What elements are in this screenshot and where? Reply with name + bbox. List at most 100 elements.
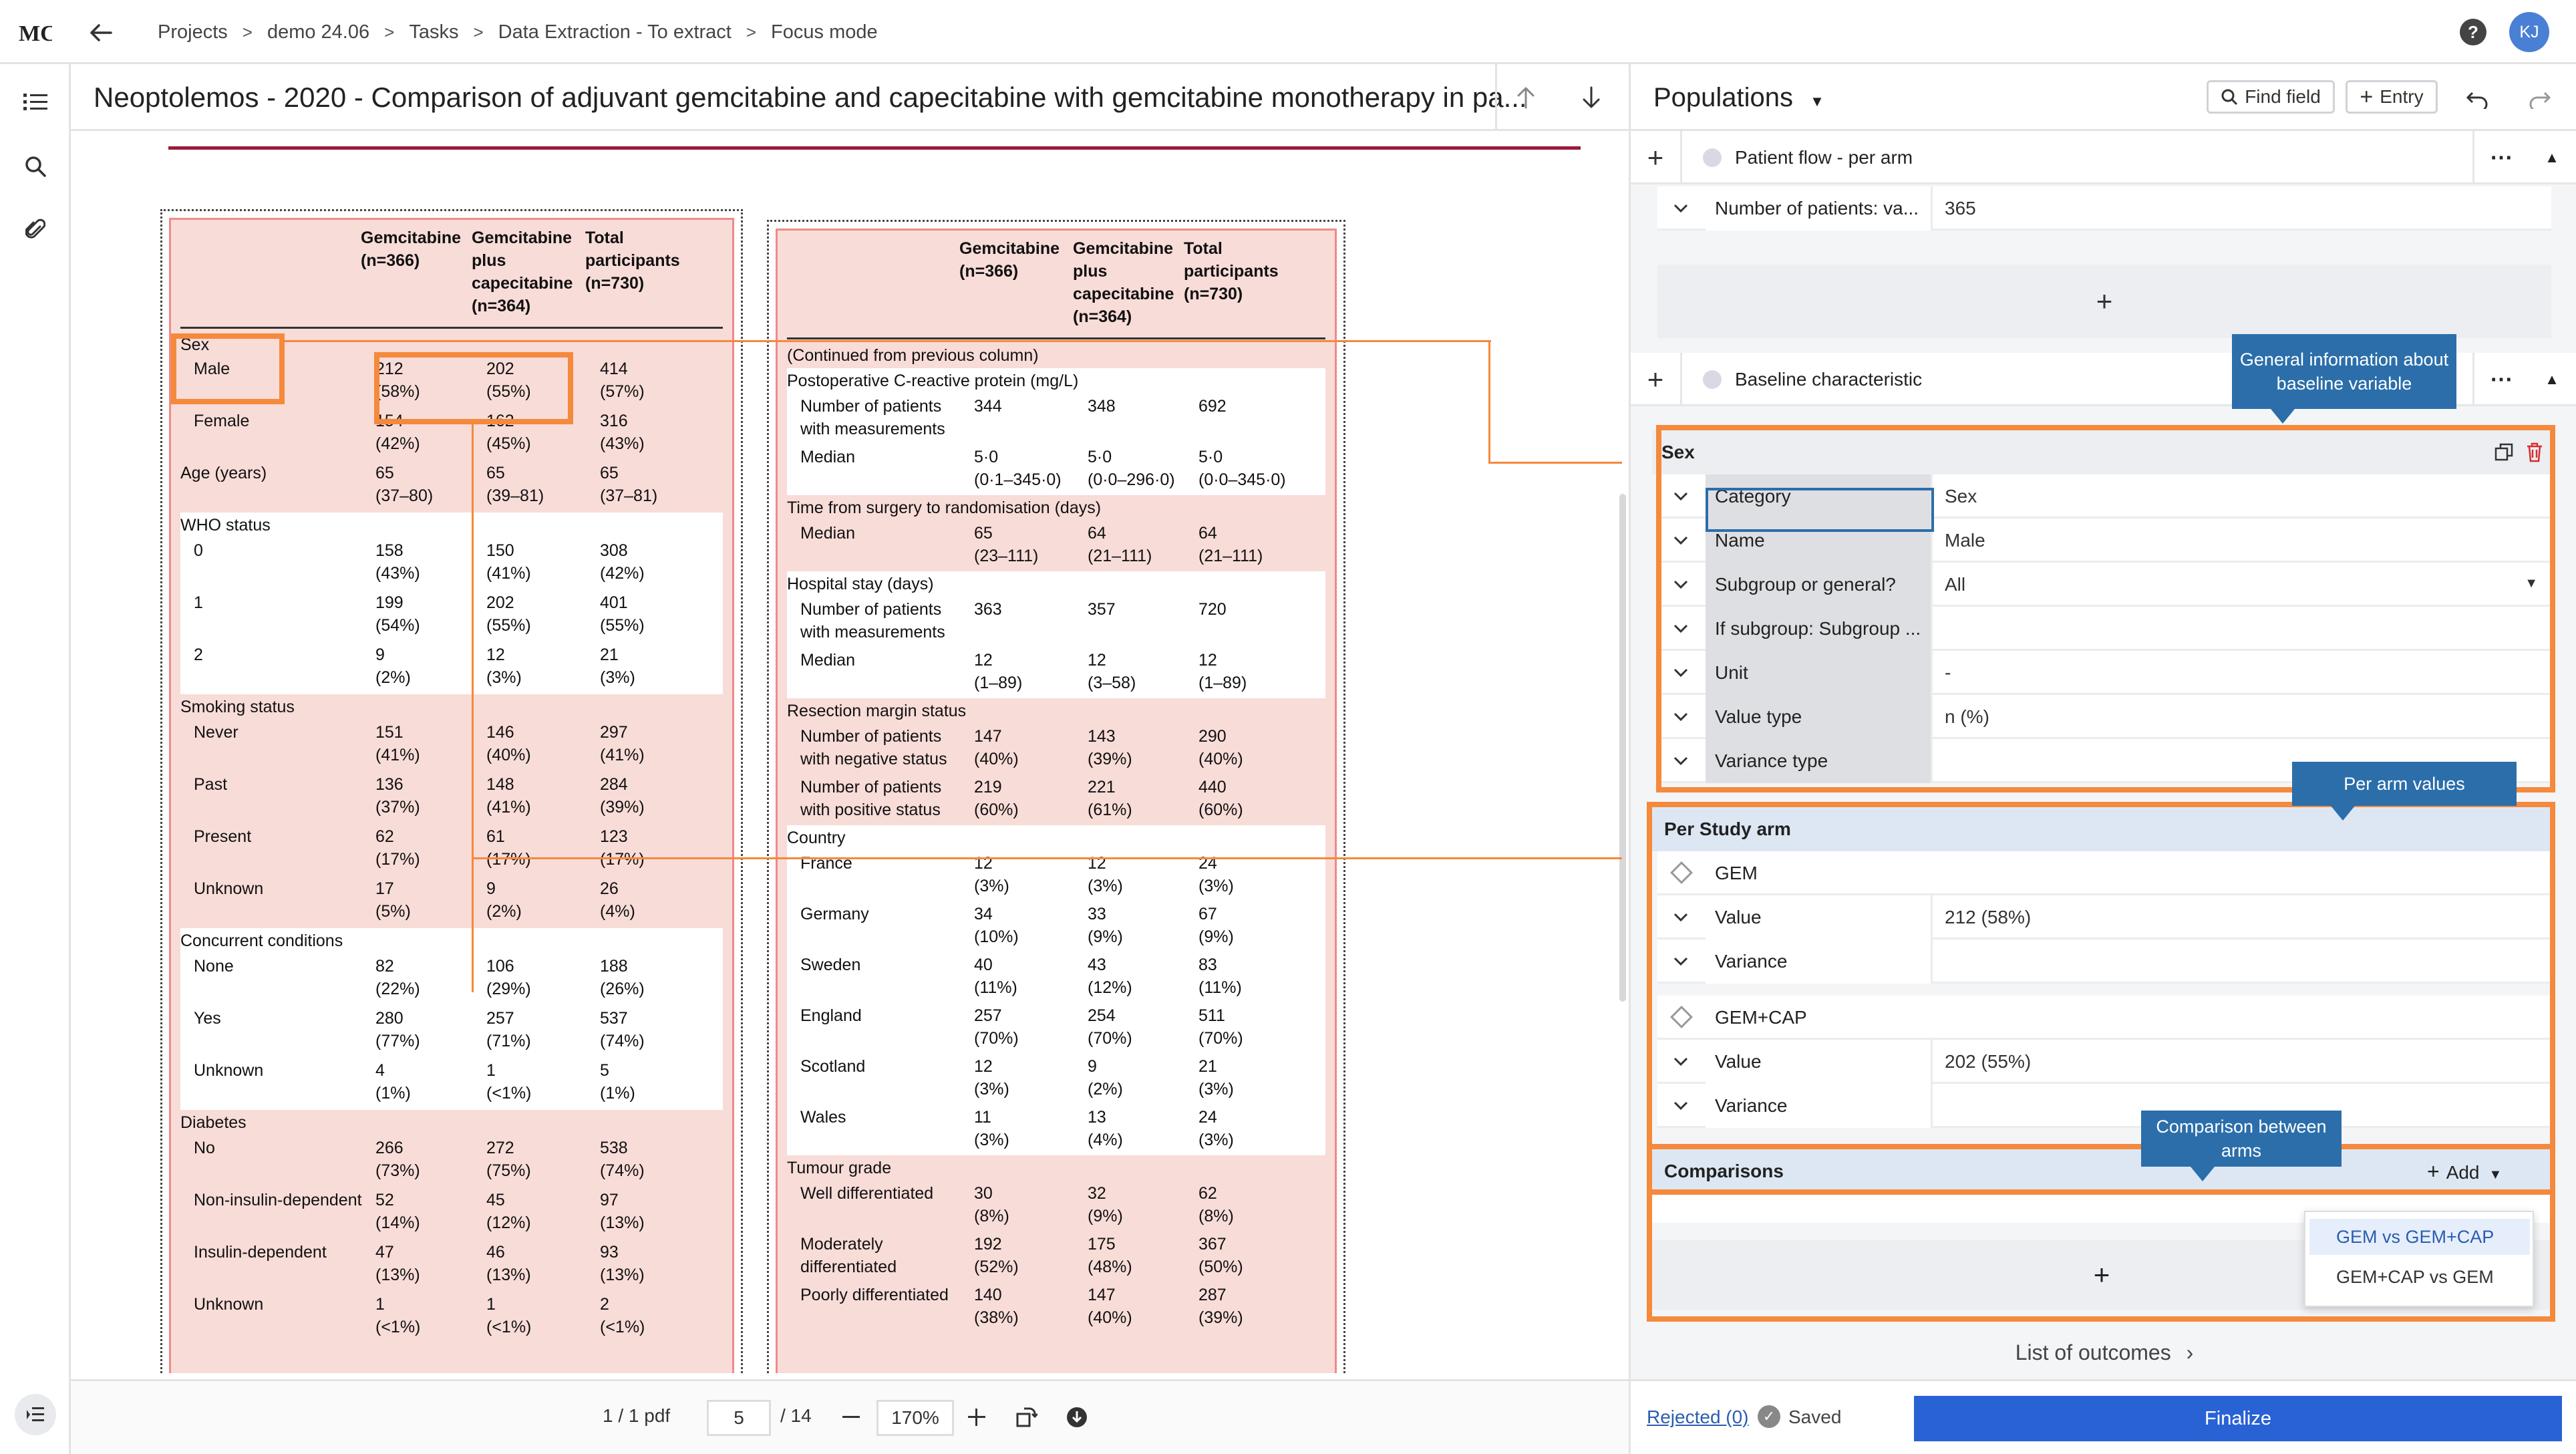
table-section-label: Postoperative C-reactive protein (mg/L) [787,372,1079,390]
zoom-in-icon[interactable] [963,1404,990,1431]
viewer-scrollbar[interactable] [1619,494,1626,1002]
avatar[interactable]: KJ [2509,12,2549,52]
table-band [787,825,1325,851]
cell-line: 140 [974,1286,1002,1304]
table-cell: 67 (9%) [1198,903,1234,948]
add-row-button[interactable]: + [1657,265,2551,338]
undo-icon[interactable] [2459,82,2495,118]
cell-line: (70%) [1198,1029,1243,1048]
table-row-label: Past [194,775,228,794]
more-options-icon[interactable]: ⋯ [2476,353,2526,406]
cell-line: 692 [1198,397,1227,416]
cell-line: 21 [600,645,619,664]
header-line: (n=366) [361,251,420,270]
cell-line: (38%) [974,1308,1019,1327]
collapse-icon[interactable]: ▲ [2530,131,2574,184]
add-baseline-icon[interactable]: + [1631,353,1680,406]
chevron-down-icon[interactable] [1657,186,1704,231]
table-cell: 221 (61%) [1088,776,1132,821]
table-cell: 12 (3%) [974,1055,1009,1101]
table-cell: 692 [1198,395,1227,418]
zoom-input[interactable]: 170% [876,1400,954,1436]
populations-dropdown[interactable]: Populations ▼ [1653,64,1824,131]
cell-line: 65 [600,464,619,482]
table-cell: 1 (<1%) [375,1293,420,1338]
table-row-label: Germany [800,905,869,923]
arrow-up-icon[interactable] [1506,78,1546,118]
table-cell: 280 (77%) [375,1007,420,1052]
rotate-icon[interactable] [1010,1401,1042,1433]
table-row-label: Number of patients with measurements [800,598,945,643]
header-line: participants [585,251,680,270]
table-header-rule [787,337,1325,339]
cell-line: (55%) [486,616,531,635]
table-cell: 4 (1%) [375,1059,411,1105]
cell-line: 199 [375,593,404,612]
tooltip-arrow [2191,1167,2215,1181]
add-entry-button[interactable]: + Entry [2346,80,2438,114]
highlight-per-arm-values [1647,802,2555,1195]
cell-line: (1%) [375,1084,411,1103]
breadcrumb-tasks[interactable]: Tasks [409,21,458,43]
table-section-label: Diabetes [180,1113,247,1132]
cell-line: 720 [1198,600,1227,619]
more-options-icon[interactable]: ⋯ [2476,131,2526,184]
table-section-label: Tumour grade [787,1159,892,1177]
highlight-comparisons [1647,1144,2555,1322]
find-field-button[interactable]: Find field [2207,80,2335,114]
document-header-rule [168,146,1581,150]
list-icon[interactable] [15,82,56,123]
table-cell: 21 (3%) [1198,1055,1234,1101]
table-cell: 219 (60%) [974,776,1019,821]
table-row-label: Scotland [800,1057,866,1076]
field-value[interactable]: 365 [1933,186,2551,231]
collapse-icon[interactable]: ▲ [2530,353,2574,406]
breadcrumb-task[interactable]: Data Extraction - To extract [498,21,732,43]
rejected-link[interactable]: Rejected (0) [1647,1407,1749,1428]
header-line: (n=364) [1073,307,1132,326]
cell-line: (39%) [600,798,645,817]
table-row-label: 1 [194,593,203,612]
cell-line: (21–111) [1198,547,1263,565]
cell-line: (3%) [1198,877,1234,895]
outline-toggle-icon[interactable] [15,1394,56,1435]
redo-icon[interactable] [2522,82,2558,118]
download-icon[interactable] [1061,1401,1093,1433]
finalize-button[interactable]: Finalize [1914,1396,2562,1441]
attachment-icon[interactable] [15,210,56,251]
breadcrumb-project[interactable]: demo 24.06 [267,21,369,43]
field-number-of-patients[interactable]: Number of patients: va... 365 [1657,186,2551,231]
pdf-viewer[interactable]: Gemcitabine (n=366) Gemcitabine plus capecit… [71,133,1629,1373]
cell-line: 12 [1088,651,1106,670]
cell-line: 401 [600,593,628,612]
arrow-down-icon[interactable] [1571,78,1611,118]
cell-line: 344 [974,397,1002,416]
list-of-outcomes-link[interactable]: List of outcomes › [1631,1326,2576,1379]
help-icon[interactable]: ? [2460,19,2486,45]
table-section-label: Resection margin status [787,702,967,720]
cell-line: 257 [486,1009,514,1028]
cell-line: 12 [974,1057,993,1076]
table-cell: 720 [1198,598,1227,621]
label-line: with positive status [800,801,941,819]
breadcrumb-projects[interactable]: Projects [158,21,228,43]
connector-line [1488,340,1490,463]
table-cell: 123 (17%) [600,825,645,871]
back-arrow-icon[interactable] [80,12,122,53]
search-icon[interactable] [15,146,56,187]
table-cell: 21 (3%) [600,643,635,689]
add-patient-flow-icon[interactable]: + [1631,131,1680,184]
cell-line: 136 [375,775,404,794]
cell-line: (2%) [1088,1080,1123,1099]
page-input[interactable]: 5 [707,1400,771,1436]
field-label: Number of patients: va... [1706,186,1933,231]
header-line: (n=366) [959,262,1019,281]
table-row-label: Non-insulin-dependent [194,1191,362,1209]
cell-line: 65 [486,464,505,482]
zoom-out-icon[interactable] [838,1404,864,1431]
chevron-right-icon: > [473,21,484,42]
cell-line: 537 [600,1009,628,1028]
cell-line: (11%) [974,978,1017,997]
cell-line: (48%) [1088,1258,1132,1276]
app-logo-icon[interactable]: MC [15,12,56,53]
